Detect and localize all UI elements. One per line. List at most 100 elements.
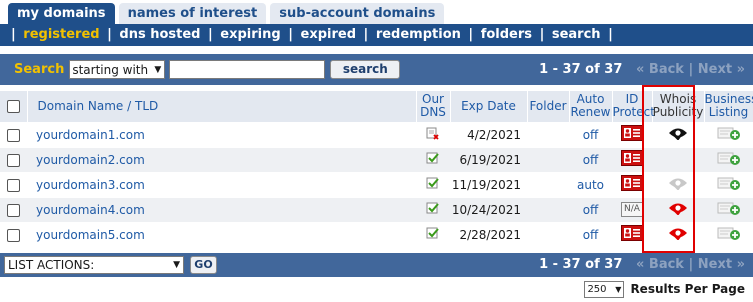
auto-renew-link[interactable]: off (583, 228, 599, 242)
list-actions-select[interactable]: LIST ACTIONS: ▼ (4, 256, 184, 274)
row-checkbox[interactable] (7, 153, 20, 167)
domain-link[interactable]: yourdomain2.com (36, 153, 145, 167)
tab-names-of-interest[interactable]: names of interest (118, 3, 267, 24)
table-header: Domain Name / TLD Our DNS Exp Date Folder… (0, 91, 753, 122)
business-listing-icon[interactable] (717, 200, 741, 219)
search-button[interactable]: search (330, 60, 401, 79)
whois-cell (652, 121, 704, 147)
chevron-down-icon: ▼ (615, 284, 622, 294)
subnav-dns-hosted[interactable]: dns hosted (119, 27, 200, 42)
nav-separator: | (468, 27, 474, 42)
domain-link[interactable]: yourdomain5.com (36, 228, 145, 242)
next-arrows: » (736, 257, 745, 272)
id-protect-cell (612, 221, 652, 247)
folder-cell (527, 146, 569, 172)
back-arrows: « (626, 257, 645, 272)
folder-cell (527, 221, 569, 247)
dns-ok-icon[interactable] (426, 152, 440, 168)
auto-renew-link[interactable]: auto (577, 178, 604, 192)
per-page-value: 250 (587, 283, 607, 295)
subnav-redemption[interactable]: redemption (376, 27, 461, 42)
domain-tabs: my domains names of interest sub-account… (8, 3, 448, 24)
business-listing-cell (704, 146, 753, 172)
sub-navigation: | registered | dns hosted | expiring | e… (0, 24, 753, 46)
search-mode-select[interactable]: starting with ▼ (69, 60, 166, 79)
auto-renew-cell: auto (569, 171, 612, 197)
id-protect-header[interactable]: ID Protect (612, 91, 655, 122)
domain-link[interactable]: yourdomain4.com (36, 203, 145, 217)
auto-renew-link[interactable]: off (583, 203, 599, 217)
subnav-expiring[interactable]: expiring (220, 27, 280, 42)
nav-separator: | (363, 27, 369, 42)
id-protect-icon[interactable] (621, 150, 643, 169)
dns-ok-icon[interactable] (426, 177, 440, 193)
sort-domain-name[interactable]: Domain Name (38, 99, 124, 113)
eye-gray-icon[interactable] (668, 176, 688, 193)
subnav-expired[interactable]: expired (301, 27, 357, 42)
dns-error-icon[interactable] (426, 127, 440, 143)
business-listing-cell (704, 121, 753, 147)
business-listing-icon[interactable] (717, 150, 741, 169)
domain-cell: yourdomain5.com (27, 221, 416, 247)
go-button[interactable]: GO (190, 256, 217, 274)
dns-ok-icon[interactable] (426, 227, 440, 243)
subnav-registered[interactable]: registered (23, 27, 99, 42)
search-input[interactable] (169, 60, 326, 79)
domain-link[interactable]: yourdomain1.com (36, 128, 145, 142)
business-listing-icon[interactable] (717, 125, 741, 144)
whois-cell (652, 171, 704, 197)
id-protect-icon[interactable] (621, 225, 643, 244)
nav-separator: | (208, 27, 213, 42)
id-protect-icon[interactable] (621, 175, 643, 194)
id-protect-cell (612, 146, 652, 172)
auto-renew-header[interactable]: Auto Renew (569, 91, 613, 122)
back-link[interactable]: Back (649, 62, 684, 77)
per-page-select[interactable]: 250 ▼ (584, 280, 625, 298)
nav-separator: | (107, 27, 112, 42)
eye-black-icon[interactable] (668, 126, 688, 143)
auto-renew-cell: off (569, 146, 612, 172)
row-checkbox[interactable] (7, 178, 20, 192)
row-checkbox[interactable] (7, 128, 20, 142)
next-link[interactable]: Next (698, 62, 732, 77)
result-range: 1 - 37 of 37 (539, 257, 623, 272)
business-listing-icon[interactable] (717, 175, 741, 194)
nav-separator: | (11, 27, 16, 42)
dns-ok-icon[interactable] (426, 202, 440, 218)
table-row: yourdomain2.com 6/19/2021 off (0, 146, 753, 172)
back-arrows: « (626, 62, 645, 77)
folder-cell (527, 121, 569, 147)
id-protect-icon[interactable] (621, 125, 643, 144)
exp-date-header[interactable]: Exp Date (450, 91, 528, 122)
row-checkbox[interactable] (7, 228, 20, 242)
subnav-search[interactable]: search (552, 27, 601, 42)
id-protect-cell: N/A (612, 196, 652, 222)
domain-link[interactable]: yourdomain3.com (36, 178, 145, 192)
search-bar: Search starting with ▼ search 1 - 37 of … (0, 54, 753, 85)
next-link[interactable]: Next (698, 257, 732, 272)
tab-sub-account-domains[interactable]: sub-account domains (270, 3, 445, 24)
pager-separator: | (688, 257, 694, 272)
sort-tld[interactable]: TLD (135, 99, 158, 113)
auto-renew-link[interactable]: off (583, 128, 599, 142)
eye-red-icon[interactable] (668, 226, 688, 243)
back-link[interactable]: Back (649, 257, 684, 272)
business-listing-icon[interactable] (717, 225, 741, 244)
exp-date-cell: 4/2/2021 (450, 121, 527, 147)
dns-cell (416, 121, 450, 147)
business-listing-header[interactable]: Business Listing (704, 91, 753, 122)
dns-cell (416, 196, 450, 222)
select-all-checkbox[interactable] (6, 99, 20, 113)
pager-separator: | (688, 62, 694, 77)
id-protect-cell (612, 171, 652, 197)
folder-header[interactable]: Folder (527, 91, 570, 122)
business-listing-cell (704, 221, 753, 247)
auto-renew-link[interactable]: off (583, 153, 599, 167)
tab-my-domains[interactable]: my domains (8, 3, 115, 24)
eye-red-icon[interactable] (668, 201, 688, 218)
our-dns-header[interactable]: Our DNS (416, 91, 451, 122)
chevron-down-icon: ▼ (173, 260, 180, 270)
business-listing-cell (704, 171, 753, 197)
row-checkbox[interactable] (7, 203, 20, 217)
subnav-folders[interactable]: folders (481, 27, 532, 42)
